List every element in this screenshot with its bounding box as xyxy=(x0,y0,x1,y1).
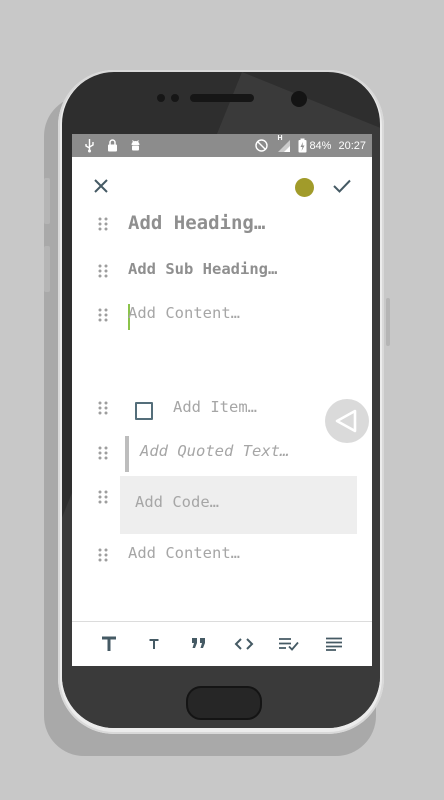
checkbox[interactable] xyxy=(135,402,153,420)
checklist-item-input[interactable]: Add Item… xyxy=(173,398,257,416)
lock-icon xyxy=(105,138,120,153)
signal-type-label: H xyxy=(277,135,283,142)
drag-handle-icon[interactable] xyxy=(97,445,109,461)
content-input[interactable]: Add Content… xyxy=(128,304,240,322)
drag-handle-icon[interactable] xyxy=(97,489,109,505)
status-bar: H 84% 20:27 xyxy=(72,134,372,157)
format-toolbar xyxy=(72,622,372,666)
quote-bar xyxy=(125,436,129,472)
sensor-dot xyxy=(171,94,179,102)
drag-handle-icon[interactable] xyxy=(97,307,109,323)
heading-format-icon[interactable] xyxy=(87,622,131,666)
do-not-disturb-icon xyxy=(254,138,269,153)
signal-icon: H xyxy=(276,135,291,153)
quote-format-icon[interactable] xyxy=(177,622,221,666)
heading-input[interactable]: Add Heading… xyxy=(128,212,265,234)
drag-handle-icon[interactable] xyxy=(97,547,109,563)
front-camera xyxy=(291,91,307,107)
power-key xyxy=(386,298,390,346)
checklist-format-icon[interactable] xyxy=(267,622,311,666)
volume-down-key xyxy=(44,246,50,292)
editor-toolbar xyxy=(72,157,372,213)
code-format-icon[interactable] xyxy=(222,622,266,666)
quote-input[interactable]: Add Quoted Text… xyxy=(140,442,289,460)
battery-percent: 84% xyxy=(309,139,332,152)
drag-handle-icon[interactable] xyxy=(97,400,109,416)
battery-charging-icon xyxy=(298,138,307,153)
text-format-icon[interactable] xyxy=(312,622,356,666)
clock: 20:27 xyxy=(338,139,366,152)
code-block[interactable]: Add Code… xyxy=(120,476,357,534)
drag-handle-icon[interactable] xyxy=(97,263,109,279)
note-color-picker[interactable] xyxy=(295,178,314,197)
speaker-grille xyxy=(190,94,254,102)
home-button[interactable] xyxy=(186,686,262,720)
check-icon[interactable] xyxy=(332,177,352,195)
subheading-format-icon[interactable] xyxy=(132,622,176,666)
subheading-input[interactable]: Add Sub Heading… xyxy=(128,260,277,278)
code-input[interactable]: Add Code… xyxy=(135,493,219,511)
drag-handle-icon[interactable] xyxy=(97,216,109,232)
close-icon[interactable] xyxy=(92,177,110,195)
play-reverse-icon xyxy=(335,409,357,433)
collapse-drawer-button[interactable] xyxy=(325,399,369,443)
content-input[interactable]: Add Content… xyxy=(128,544,240,562)
usb-icon xyxy=(82,138,97,153)
sensor-dot xyxy=(157,94,165,102)
volume-up-key xyxy=(44,178,50,224)
android-debug-icon xyxy=(128,138,143,153)
